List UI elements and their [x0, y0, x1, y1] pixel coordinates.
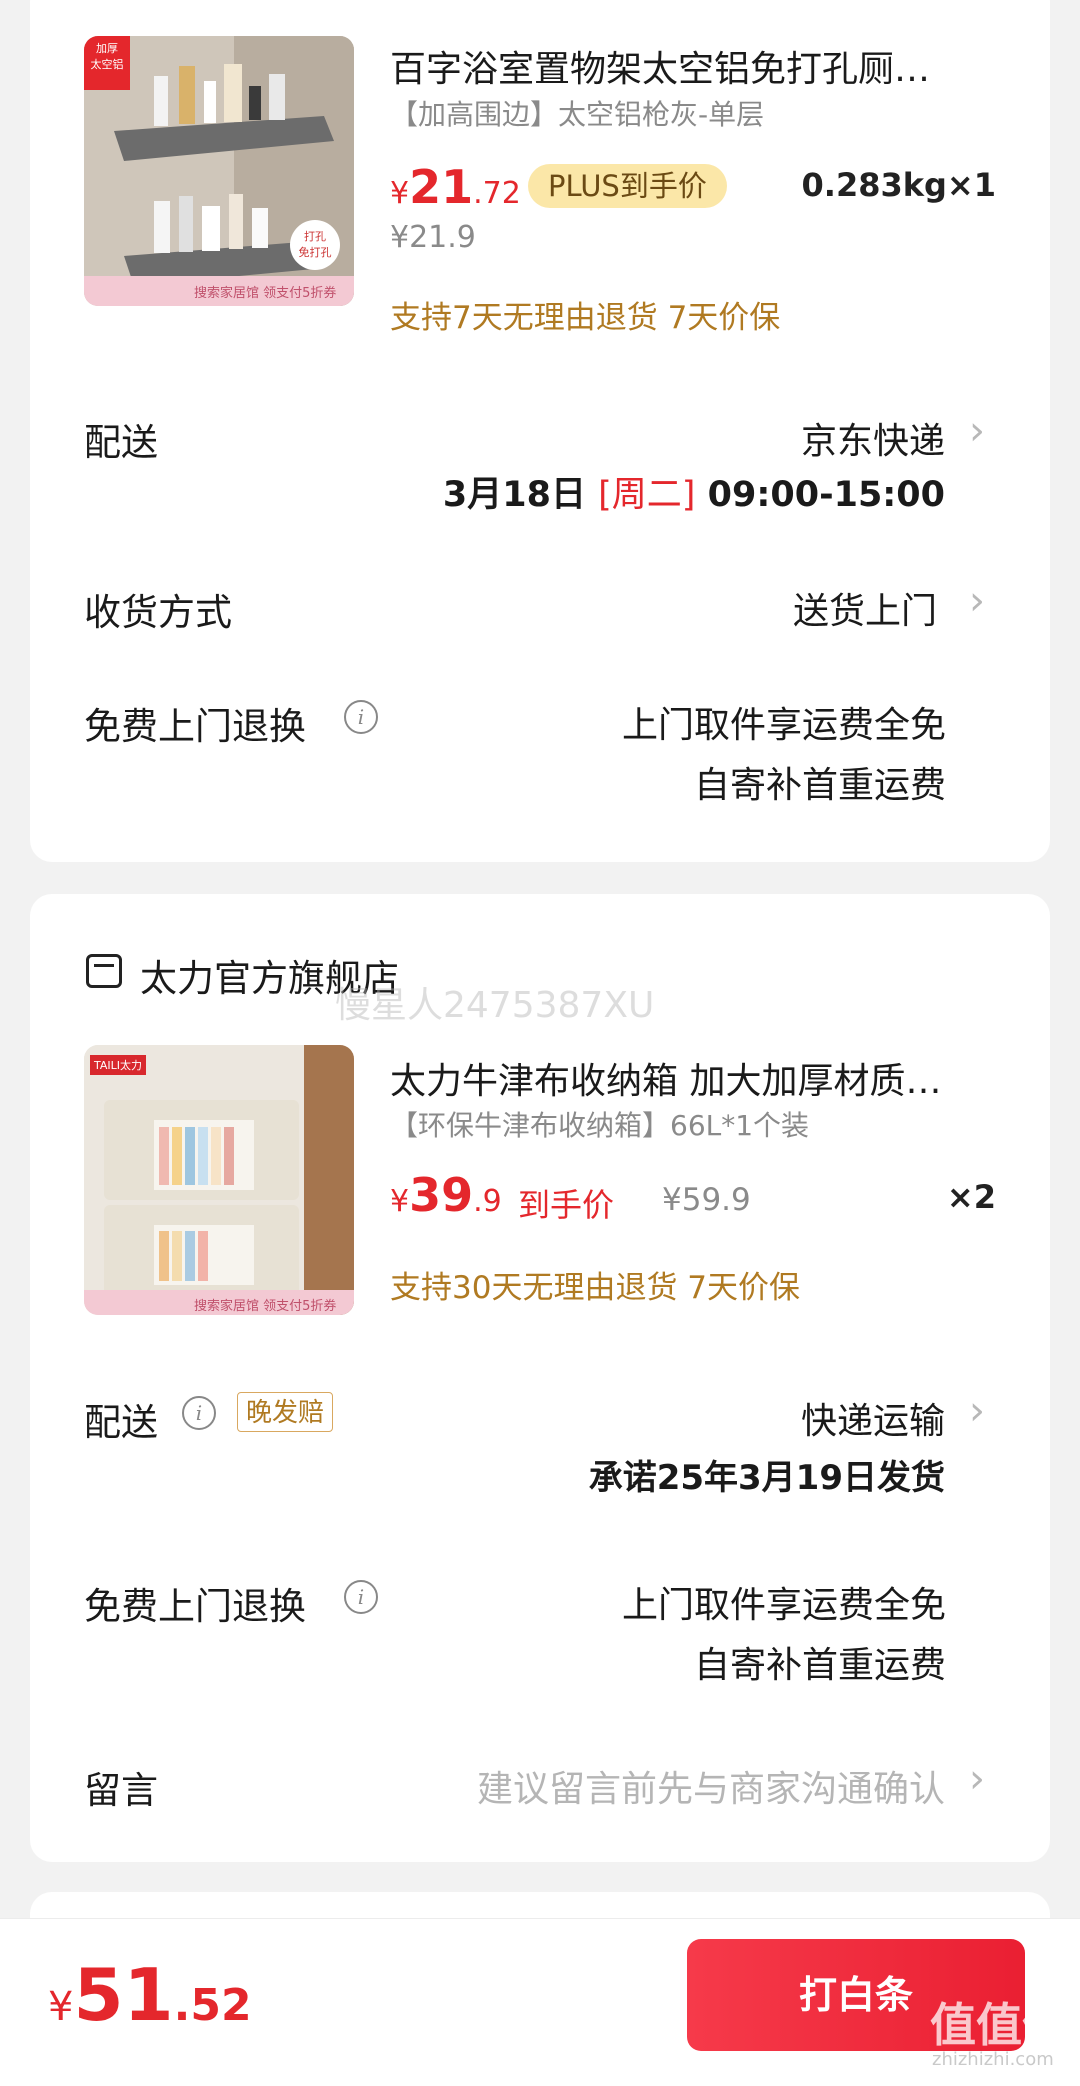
price-integer: 39	[409, 1168, 474, 1222]
price-decimal: .9	[473, 1184, 502, 1219]
free-return-line1-1: 上门取件享运费全免	[621, 705, 946, 746]
total-symbol: ¥	[48, 1984, 74, 2030]
plus-price-badge[interactable]: PLUS到手价	[528, 164, 727, 208]
product-title-2[interactable]: 太力牛津布收纳箱 加大加厚材质…	[390, 1052, 1010, 1104]
checkout-bar: ¥51.52 打白条 值值值 zhizhizhi.com	[0, 1918, 1080, 2086]
original-price-2: ¥59.9	[662, 1182, 751, 1218]
free-return-line2-2: 自寄补首重运费	[693, 1645, 946, 1686]
delivery-time-1[interactable]: 3月18日 [周二] 09:00-15:00	[443, 466, 945, 517]
site-watermark-url: zhizhizhi.com	[932, 2049, 1054, 2070]
receive-method-label: 收货方式	[84, 591, 232, 634]
info-icon[interactable]: i	[182, 1396, 216, 1430]
delivery-date: 3月18日	[442, 475, 586, 515]
product-thumbnail-2[interactable]: TAILI太力 搜索家居馆 领支付5折券	[84, 1045, 354, 1315]
total-decimal: .52	[173, 1980, 252, 2031]
total-price: ¥51.52	[48, 1953, 252, 2037]
storage-box-illustration	[84, 1045, 354, 1315]
weight-quantity-1: 0.283kg×1	[801, 166, 996, 204]
price-symbol: ¥	[390, 1184, 410, 1219]
shop-icon[interactable]	[86, 954, 122, 988]
shipping-label-1: 配送	[84, 421, 158, 464]
user-watermark: 慢星人2475387XU	[335, 985, 655, 1026]
free-return-label-1: 免费上门退换	[84, 705, 306, 748]
price-decimal: .72	[473, 176, 521, 211]
receive-method-value[interactable]: 送货上门	[793, 582, 937, 634]
message-label: 留言	[84, 1769, 158, 1812]
guarantee-1[interactable]: 支持7天无理由退货 7天价保	[390, 292, 780, 337]
info-icon[interactable]: i	[344, 1580, 378, 1614]
chevron-right-icon[interactable]: ›	[969, 408, 985, 454]
price-1: ¥21.72	[390, 160, 521, 214]
free-return-label-2: 免费上门退换	[84, 1585, 306, 1628]
price-symbol: ¥	[390, 176, 410, 211]
delivery-weekday: [周二]	[598, 475, 696, 515]
info-icon[interactable]: i	[344, 700, 378, 734]
final-price-label: 到手价	[518, 1186, 615, 1224]
chevron-right-icon[interactable]: ›	[969, 1756, 985, 1802]
delivery-window: 09:00-15:00	[707, 475, 945, 515]
site-watermark: 值值值	[930, 1998, 1068, 2052]
product-title-1[interactable]: 百字浴室置物架太空铝免打孔厕…	[390, 40, 1010, 92]
original-price-1: ¥21.9	[390, 220, 476, 255]
ship-promise-2: 承诺25年3月19日发货	[588, 1458, 945, 1498]
free-return-line2-1: 自寄补首重运费	[693, 765, 946, 806]
chevron-right-icon[interactable]: ›	[969, 1388, 985, 1434]
thumb-brand: TAILI太力	[90, 1055, 147, 1075]
message-input[interactable]: 建议留言前先与商家沟通确认	[477, 1760, 945, 1812]
product-spec-2[interactable]: 【环保牛津布收纳箱】66L*1个装	[390, 1104, 809, 1144]
late-shipment-badge[interactable]: 晚发赔	[237, 1392, 334, 1432]
chevron-right-icon[interactable]: ›	[969, 578, 985, 624]
thumb-badge-top: 加厚 太空铝	[84, 36, 130, 90]
shipping-method-2[interactable]: 快递运输	[801, 1392, 945, 1444]
pay-button-label: 打白条	[798, 1973, 913, 2017]
shipping-label-2: 配送	[84, 1401, 158, 1444]
free-return-line1-2: 上门取件享运费全免	[621, 1585, 946, 1626]
guarantee-2[interactable]: 支持30天无理由退货 7天价保	[390, 1262, 800, 1307]
price-integer: 21	[409, 160, 474, 214]
price-2: ¥39.9	[390, 1168, 502, 1222]
order-card-2	[30, 894, 1050, 1862]
product-spec-1[interactable]: 【加高围边】太空铝枪灰-单层	[390, 93, 764, 133]
thumb-banner: 搜索家居馆 领支付5折券	[194, 1299, 337, 1314]
product-thumbnail-1[interactable]: 加厚 太空铝 打孔 免打孔 搜索家居馆 领支付5折券	[84, 36, 354, 306]
thumb-banner: 搜索家居馆 领支付5折券	[194, 286, 337, 301]
thumb-badge-bottom: 打孔 免打孔	[290, 220, 340, 270]
quantity-2: ×2	[946, 1178, 996, 1216]
shipping-method-1[interactable]: 京东快递	[801, 412, 945, 464]
total-integer: 51	[73, 1953, 174, 2037]
